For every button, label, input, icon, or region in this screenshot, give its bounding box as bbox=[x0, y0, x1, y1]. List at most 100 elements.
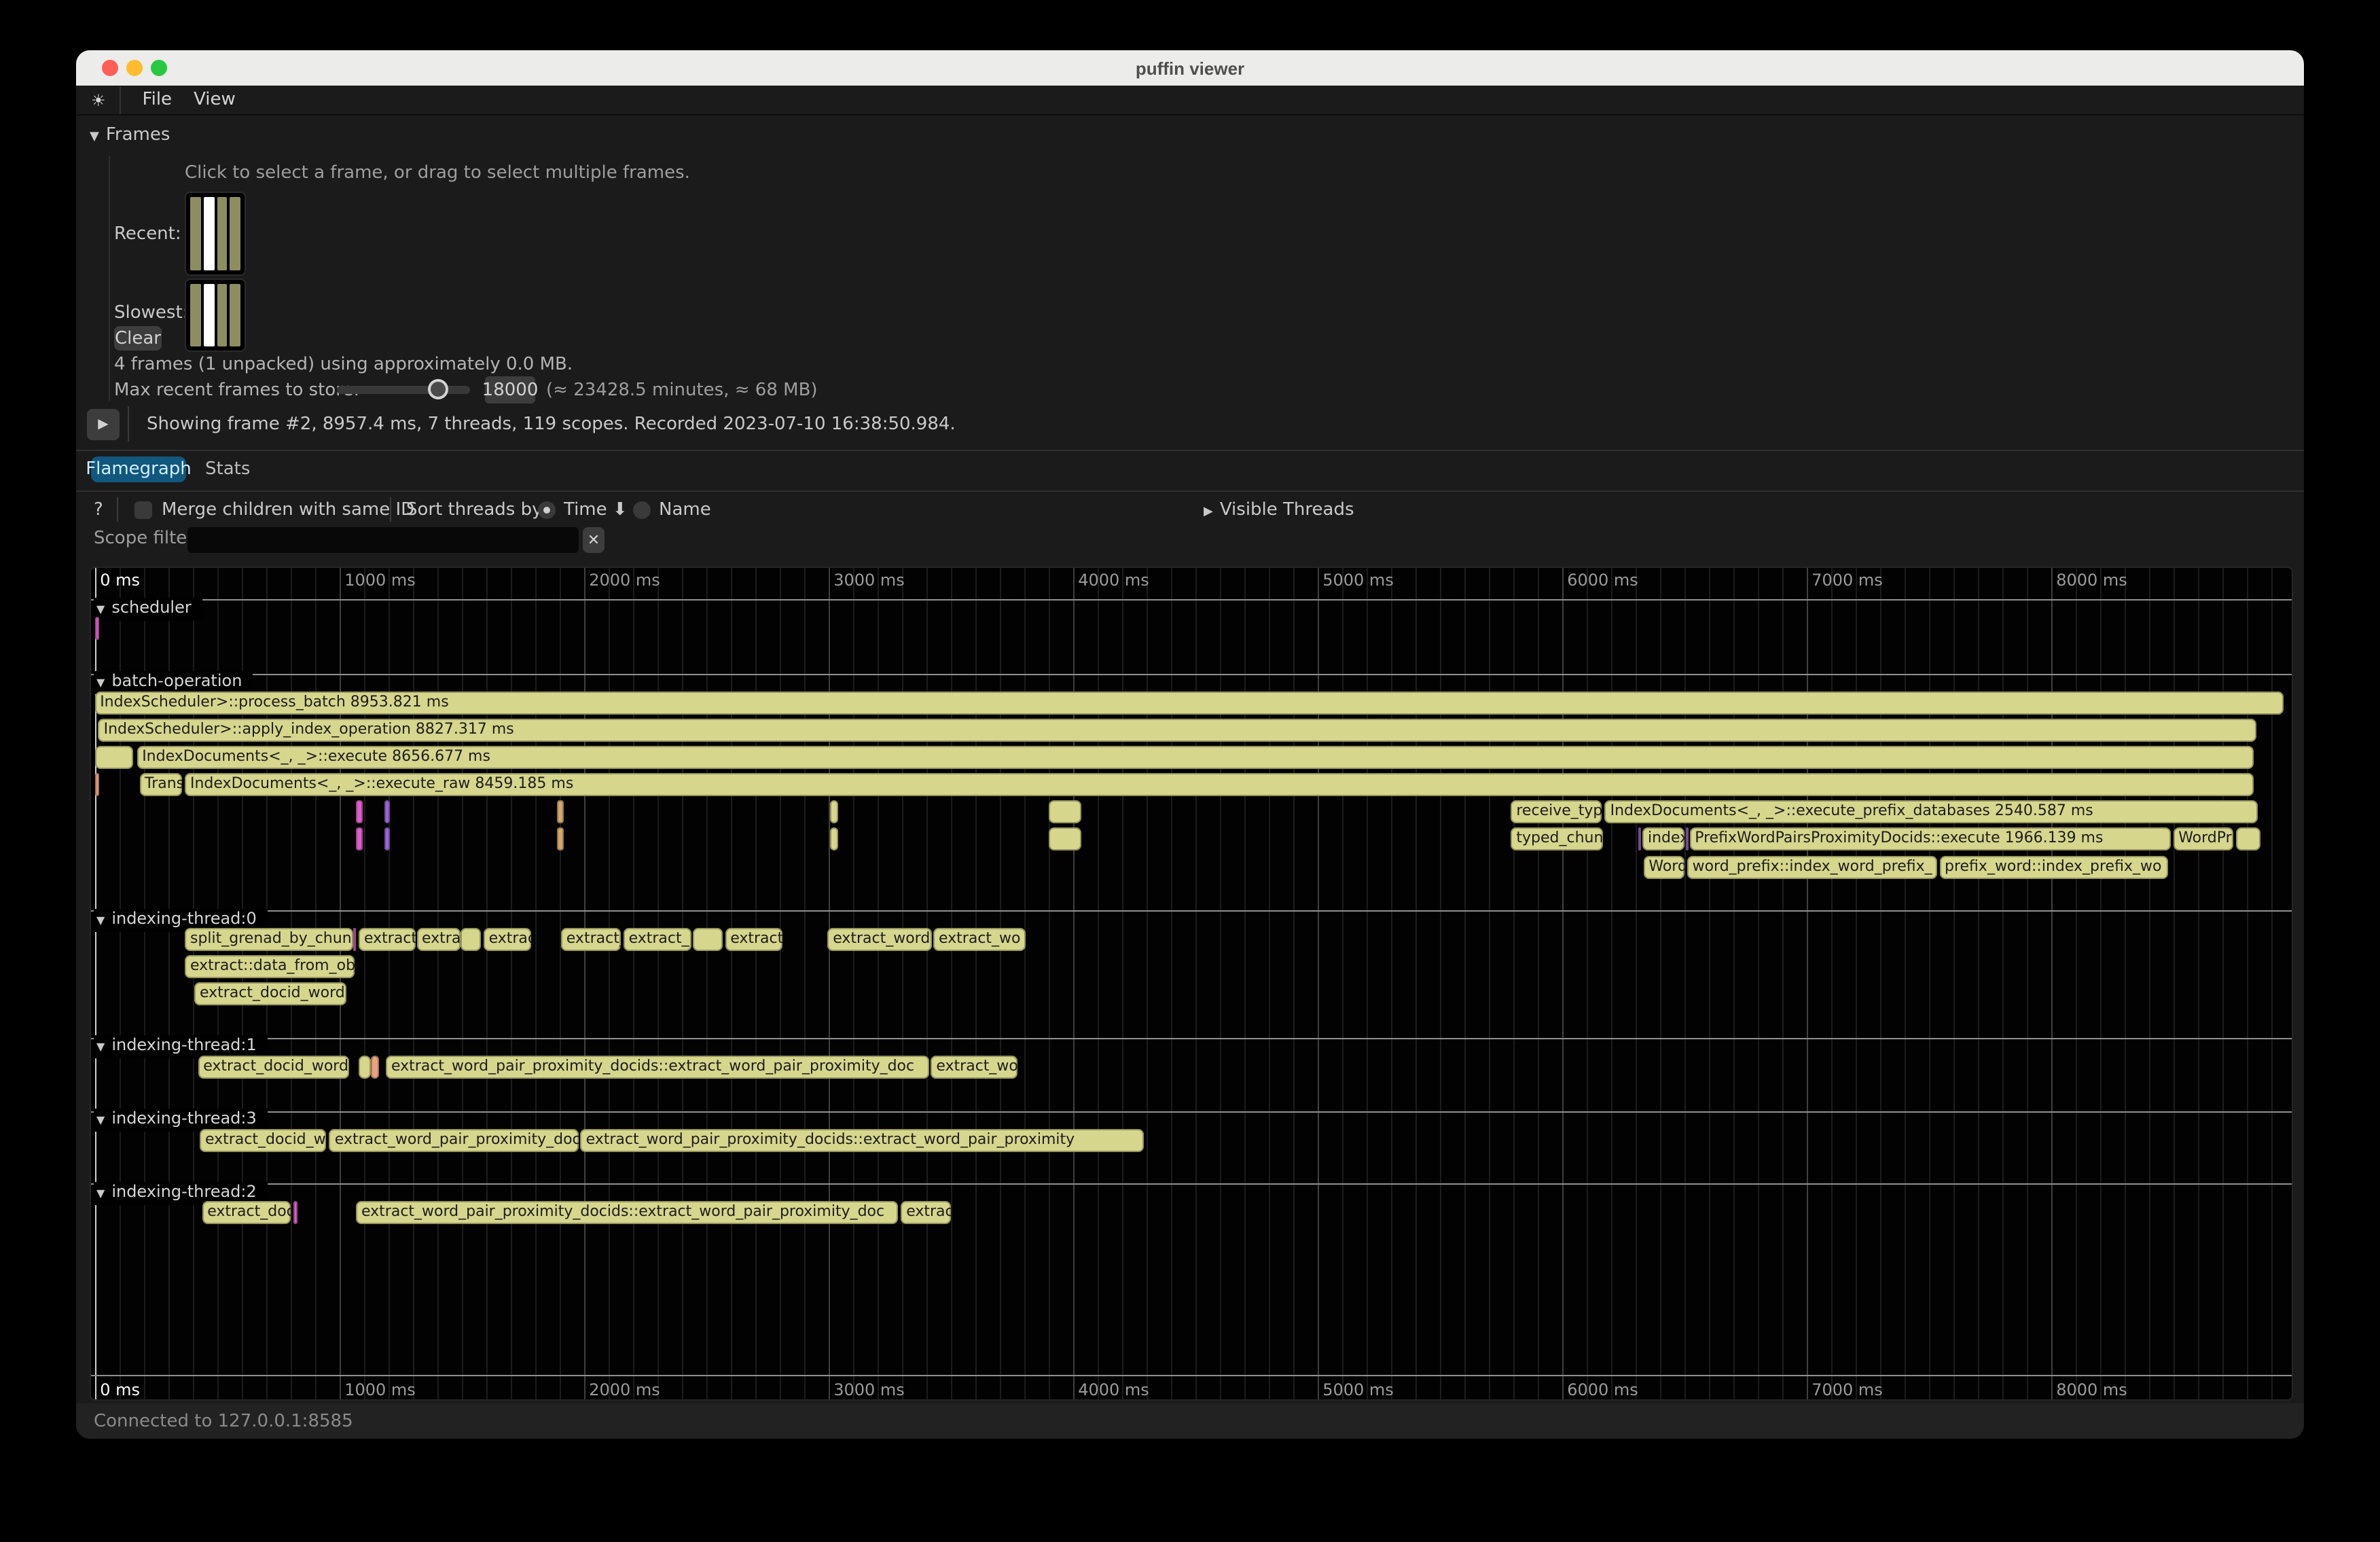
menu-view[interactable]: View bbox=[194, 90, 236, 110]
frames-header-label: Frames bbox=[106, 125, 170, 145]
flame-bar[interactable]: split_grenad_by_chun bbox=[185, 928, 353, 951]
theme-sun-icon[interactable]: ☀ bbox=[91, 90, 106, 109]
flame-bar[interactable] bbox=[94, 617, 99, 640]
flame-bar[interactable]: IndexDocuments<_, _>::execute_raw 8459.1… bbox=[185, 773, 2254, 796]
separator bbox=[117, 497, 118, 522]
flame-bar[interactable] bbox=[354, 928, 357, 951]
flame-bar[interactable] bbox=[355, 828, 363, 851]
max-frames-hint: (≈ 23428.5 minutes, ≈ 68 MB) bbox=[546, 380, 818, 401]
play-button[interactable]: ▶ bbox=[87, 409, 120, 440]
flame-bar[interactable] bbox=[384, 801, 389, 824]
flame-bar[interactable]: prefix_word::index_prefix_wo bbox=[1939, 855, 2168, 878]
flame-bar[interactable] bbox=[355, 801, 363, 824]
flame-bar[interactable] bbox=[293, 1201, 298, 1224]
flame-bar[interactable]: extrac bbox=[901, 1201, 952, 1224]
flame-bar[interactable]: Trans bbox=[139, 773, 182, 796]
flame-bar[interactable]: extract_word_pair_proximity_docids::extr… bbox=[356, 1201, 898, 1224]
flame-bar[interactable] bbox=[94, 746, 134, 769]
sort-name-radio[interactable] bbox=[633, 501, 651, 519]
flame-bar[interactable]: extract::data_from_ob bbox=[185, 955, 355, 978]
axis-tick-label: 8000 ms bbox=[2056, 1381, 2127, 1400]
zoom-window-icon[interactable] bbox=[151, 60, 167, 76]
frame-thumbnail-bar[interactable] bbox=[217, 284, 228, 346]
slowest-frames-thumbnail[interactable] bbox=[185, 279, 246, 352]
flame-bar[interactable]: extract_word_pair_proximity_docids::extr… bbox=[581, 1128, 1144, 1151]
flame-bar[interactable]: extract_docid_word bbox=[194, 983, 346, 1006]
recent-frames-thumbnail[interactable] bbox=[185, 192, 246, 276]
frame-thumbnail-bar[interactable] bbox=[204, 197, 215, 270]
flame-bar[interactable] bbox=[1049, 801, 1081, 824]
flame-bar[interactable]: extract_ bbox=[624, 928, 692, 951]
flame-bar[interactable] bbox=[558, 828, 564, 851]
axis-tick-label: 8000 ms bbox=[2056, 571, 2127, 590]
flame-bar[interactable]: index bbox=[1642, 828, 1684, 851]
flame-bar[interactable]: extract_word_pair_proximity_docids::extr… bbox=[386, 1056, 929, 1079]
menu-separator bbox=[120, 86, 121, 113]
minimize-window-icon[interactable] bbox=[126, 60, 143, 76]
flame-bar[interactable] bbox=[693, 928, 722, 951]
flame-bar[interactable] bbox=[359, 1056, 370, 1079]
flame-bar[interactable]: PrefixWordPairsProximityDocids::execute … bbox=[1689, 828, 2170, 851]
flame-bar[interactable] bbox=[829, 828, 838, 851]
frame-thumbnail-bar[interactable] bbox=[190, 284, 201, 346]
flame-bar[interactable]: IndexDocuments<_, _>::execute 8656.677 m… bbox=[137, 746, 2254, 769]
sort-time-radio[interactable] bbox=[538, 501, 556, 519]
flame-bar[interactable] bbox=[1049, 828, 1081, 851]
flame-bar[interactable]: extract_docid_word bbox=[198, 1056, 349, 1079]
visible-threads-header[interactable]: ▶Visible Threads bbox=[1204, 500, 1354, 520]
flame-bar[interactable] bbox=[2235, 828, 2260, 851]
frame-thumbnail-bar[interactable] bbox=[204, 284, 215, 346]
max-frames-slider[interactable] bbox=[337, 386, 470, 394]
flame-bar[interactable]: IndexScheduler>::apply_index_operation 8… bbox=[98, 719, 2257, 742]
flame-bar[interactable] bbox=[384, 828, 389, 851]
thread-header[interactable]: ▼scheduler bbox=[94, 597, 202, 620]
tab-stats[interactable]: Stats bbox=[205, 456, 250, 482]
flame-bar[interactable]: Word bbox=[1643, 855, 1684, 878]
frame-thumbnail-bar[interactable] bbox=[190, 197, 201, 270]
flame-bar[interactable] bbox=[1638, 828, 1641, 851]
app-window: puffin viewer ☀ File View ▼Frames Click … bbox=[76, 50, 2304, 1439]
desktop: puffin viewer ☀ File View ▼Frames Click … bbox=[0, 0, 2380, 1542]
help-button[interactable]: ? bbox=[94, 500, 103, 520]
flame-bar[interactable]: IndexScheduler>::process_batch 8953.821 … bbox=[94, 692, 2284, 715]
flame-bar[interactable] bbox=[829, 801, 838, 824]
flame-bar[interactable] bbox=[372, 1056, 380, 1079]
flame-bar[interactable]: extract bbox=[725, 928, 782, 951]
frame-thumbnail-bar[interactable] bbox=[230, 197, 241, 270]
thread-header[interactable]: ▼indexing-thread:3 bbox=[94, 1109, 268, 1132]
scope-filter-input[interactable] bbox=[187, 527, 579, 553]
flame-bar[interactable]: extract_word_pair_proximity_docids bbox=[329, 1128, 579, 1151]
flame-bar[interactable]: extract_wo bbox=[933, 928, 1025, 951]
flame-bar[interactable] bbox=[461, 928, 481, 951]
flame-bar[interactable]: extract_word bbox=[827, 928, 932, 951]
flame-bar[interactable]: extract_doc bbox=[202, 1201, 291, 1224]
flame-bar[interactable]: extrac bbox=[484, 928, 532, 951]
menu-file[interactable]: File bbox=[143, 90, 173, 110]
frames-section-header[interactable]: ▼Frames bbox=[90, 125, 170, 145]
merge-children-checkbox[interactable] bbox=[134, 501, 152, 519]
flame-bar[interactable]: extract_ bbox=[561, 928, 621, 951]
flame-bar[interactable]: extra bbox=[416, 928, 461, 951]
flame-bar[interactable]: extract bbox=[359, 928, 416, 951]
max-frames-value[interactable]: 18000 bbox=[485, 376, 535, 404]
flame-bar[interactable]: WordPr bbox=[2173, 828, 2233, 851]
max-frames-slider-knob[interactable] bbox=[428, 379, 448, 399]
tab-flamegraph[interactable]: Flamegraph bbox=[91, 456, 186, 482]
flame-bar[interactable]: typed_chunk::w bbox=[1511, 828, 1602, 851]
flame-bar[interactable]: extract_wo bbox=[931, 1056, 1017, 1079]
flame-bar[interactable] bbox=[558, 801, 564, 824]
flame-bar[interactable]: extract_docid_word bbox=[200, 1128, 327, 1151]
flame-bar[interactable]: word_prefix::index_word_prefix_ bbox=[1687, 855, 1937, 878]
flame-bar[interactable]: receive_typed_ bbox=[1511, 801, 1602, 824]
axis-tick-label: 5000 ms bbox=[1322, 571, 1394, 590]
clear-filter-button[interactable]: ✕ bbox=[583, 527, 605, 553]
flame-bar[interactable] bbox=[94, 773, 99, 796]
flame-bar[interactable] bbox=[1685, 828, 1688, 851]
close-window-icon[interactable] bbox=[102, 60, 118, 76]
flamegraph-canvas[interactable]: 0 ms0 ms1000 ms1000 ms2000 ms2000 ms3000… bbox=[90, 567, 2293, 1401]
frame-thumbnail-bar[interactable] bbox=[230, 284, 241, 346]
flame-bar[interactable]: IndexDocuments<_, _>::execute_prefix_dat… bbox=[1605, 801, 2258, 824]
frame-thumbnail-bar[interactable] bbox=[217, 197, 228, 270]
title-bar[interactable]: puffin viewer bbox=[76, 50, 2304, 86]
clear-button[interactable]: Clear bbox=[114, 326, 162, 351]
